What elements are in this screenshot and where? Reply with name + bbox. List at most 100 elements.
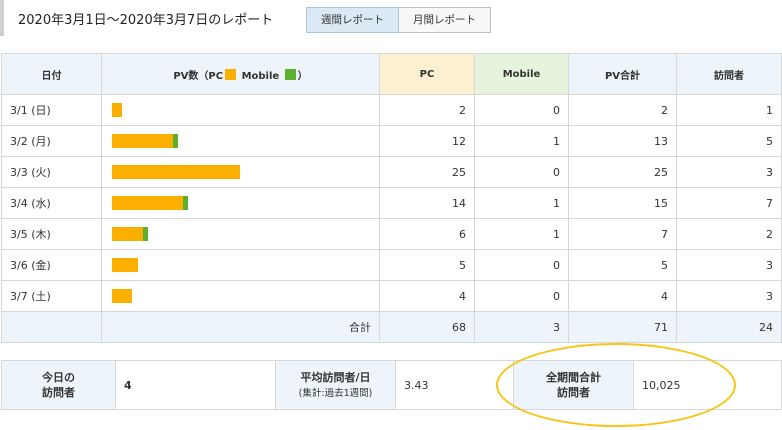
pv-bar <box>112 227 369 241</box>
pc-bar-segment <box>112 165 240 179</box>
column-header-date: 日付 <box>1 53 102 95</box>
row-pc: 4 <box>379 280 475 312</box>
row-date: 3/2 (月) <box>1 125 102 157</box>
total-row: 合計 68 3 71 24 <box>1 311 782 343</box>
row-pc: 5 <box>379 249 475 281</box>
row-date: 3/4 (水) <box>1 187 102 219</box>
table-row: 3/3 (火) 25 0 25 3 <box>1 156 782 188</box>
total-visitors: 24 <box>676 311 782 343</box>
column-header-visitors: 訪問者 <box>676 53 782 95</box>
pv-bar-cell <box>101 125 380 157</box>
column-header-pc: PC <box>379 53 475 95</box>
pv-bar <box>112 289 369 303</box>
pc-bar-segment <box>112 103 123 117</box>
row-mobile: 0 <box>474 156 569 188</box>
pv-bar-cell <box>101 156 380 188</box>
column-header-pv-total: PV合計 <box>568 53 677 95</box>
column-header-mobile: Mobile <box>474 53 569 95</box>
alltime-label-line1: 全期間合計 <box>546 371 601 384</box>
pv-bar-cell <box>101 187 380 219</box>
total-label: 合計 <box>101 311 380 343</box>
row-visitors: 7 <box>676 187 782 219</box>
title-accent-bar <box>0 0 4 36</box>
row-pc: 12 <box>379 125 475 157</box>
table-row: 3/1 (日) 2 0 2 1 <box>1 94 782 126</box>
pv-bar <box>112 165 369 179</box>
pc-bar-segment <box>112 227 143 241</box>
pv-bar <box>112 196 369 210</box>
row-pv-total: 7 <box>568 218 677 250</box>
pv-header-suffix: ） <box>297 70 308 82</box>
pv-bar-cell <box>101 218 380 250</box>
pv-header-prefix: PV数（PC <box>173 70 224 82</box>
avg-visitors-value: 3.43 <box>395 360 514 410</box>
row-mobile: 0 <box>474 249 569 281</box>
row-pv-total: 13 <box>568 125 677 157</box>
row-visitors: 5 <box>676 125 782 157</box>
row-date: 3/5 (木) <box>1 218 102 250</box>
report-period-tabs: 週間レポート 月間レポート <box>306 7 491 33</box>
pc-bar-segment <box>112 134 174 148</box>
total-pc: 68 <box>379 311 475 343</box>
visitor-summary-table: 今日の訪問者 4 平均訪問者/日 (集計:過去1週間) 3.43 全期間合計訪問者… <box>1 360 782 410</box>
mobile-bar-segment <box>142 227 148 241</box>
tab-monthly-report[interactable]: 月間レポート <box>399 7 491 33</box>
pc-legend-swatch <box>225 68 237 80</box>
row-mobile: 1 <box>474 125 569 157</box>
table-row: 3/5 (木) 6 1 7 2 <box>1 218 782 250</box>
pv-bar-cell <box>101 249 380 281</box>
row-visitors: 3 <box>676 249 782 281</box>
alltime-visitors-label: 全期間合計 訪問者 <box>513 360 634 410</box>
row-date: 3/7 (土) <box>1 280 102 312</box>
row-date: 3/6 (金) <box>1 249 102 281</box>
mobile-legend-swatch <box>284 68 296 80</box>
today-label-line2: 訪問者 <box>42 386 75 399</box>
pv-bar <box>112 134 369 148</box>
row-pc: 25 <box>379 156 475 188</box>
avg-label-main: 平均訪問者/日 <box>300 370 371 384</box>
weekly-pv-table: 日付 PV数（PC Mobile ） PC Mobile PV合計 訪問者 3/… <box>1 53 782 343</box>
table-row: 3/2 (月) 12 1 13 5 <box>1 125 782 157</box>
table-header-row: 日付 PV数（PC Mobile ） PC Mobile PV合計 訪問者 <box>1 53 782 95</box>
row-pc: 2 <box>379 94 475 126</box>
row-pv-total: 15 <box>568 187 677 219</box>
row-pv-total: 2 <box>568 94 677 126</box>
pv-bar-cell <box>101 280 380 312</box>
alltime-visitors-value: 10,025 <box>633 360 782 410</box>
total-pv-total: 71 <box>568 311 677 343</box>
row-date: 3/1 (日) <box>1 94 102 126</box>
table-row: 3/4 (水) 14 1 15 7 <box>1 187 782 219</box>
pv-bar-cell <box>101 94 380 126</box>
row-pv-total: 4 <box>568 280 677 312</box>
column-header-pv-count: PV数（PC Mobile ） <box>101 53 380 95</box>
mobile-bar-segment <box>173 134 179 148</box>
tab-weekly-report[interactable]: 週間レポート <box>306 7 399 33</box>
pv-bar <box>112 258 369 272</box>
pv-bar <box>112 103 369 117</box>
row-visitors: 1 <box>676 94 782 126</box>
pc-bar-segment <box>112 196 184 210</box>
total-date-cell <box>1 311 102 343</box>
avg-visitors-label: 平均訪問者/日 (集計:過去1週間) <box>275 360 396 410</box>
row-pv-total: 5 <box>568 249 677 281</box>
alltime-label-line2: 訪問者 <box>557 386 590 399</box>
row-pv-total: 25 <box>568 156 677 188</box>
row-visitors: 3 <box>676 280 782 312</box>
pc-bar-segment <box>112 289 133 303</box>
row-pc: 14 <box>379 187 475 219</box>
today-label-line1: 今日の <box>42 371 75 384</box>
row-mobile: 1 <box>474 187 569 219</box>
pv-header-mobile: Mobile <box>241 70 280 82</box>
row-pc: 6 <box>379 218 475 250</box>
row-date: 3/3 (火) <box>1 156 102 188</box>
today-visitors-label: 今日の 訪問者 <box>1 360 116 410</box>
avg-label-sub: (集計:過去1週間) <box>298 387 373 399</box>
today-visitors-value: 4 <box>115 360 276 410</box>
total-mobile: 3 <box>474 311 569 343</box>
table-row: 3/6 (金) 5 0 5 3 <box>1 249 782 281</box>
row-mobile: 0 <box>474 94 569 126</box>
row-visitors: 2 <box>676 218 782 250</box>
summary-row: 今日の訪問者 4 平均訪問者/日 (集計:過去1週間) 3.43 全期間合計訪問者… <box>1 360 782 410</box>
row-mobile: 1 <box>474 218 569 250</box>
table-row: 3/7 (土) 4 0 4 3 <box>1 280 782 312</box>
